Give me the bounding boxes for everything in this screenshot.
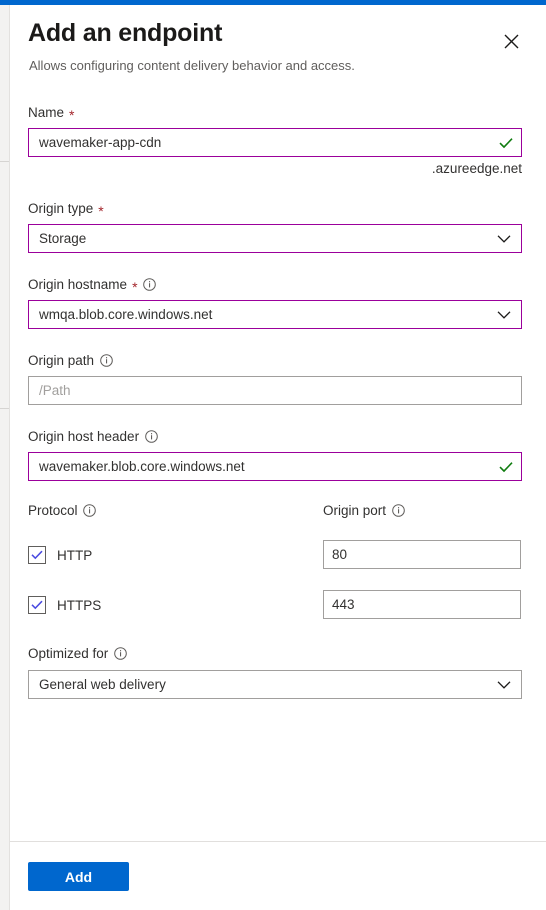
origin-host-header-label-text: Origin host header [28,429,139,444]
origin-hostname-field-group: Origin hostname * wmqa.blob.core.windows… [28,277,522,329]
page-subtitle: Allows configuring content delivery beha… [29,58,355,73]
protocol-http-row: HTTP [28,546,92,564]
optimized-for-label-text: Optimized for [28,646,108,661]
origin-type-label-text: Origin type [28,201,93,216]
required-asterisk: * [132,280,137,294]
info-icon[interactable] [83,504,97,518]
https-port-input[interactable] [323,590,521,619]
https-checkbox-label: HTTPS [57,598,101,613]
chevron-down-icon [497,310,511,319]
origin-port-label: Origin port [323,503,405,518]
info-icon[interactable] [144,430,158,444]
name-input[interactable] [28,128,522,157]
origin-path-input[interactable] [28,376,522,405]
http-checkbox-label: HTTP [57,548,92,563]
origin-port-label-text: Origin port [323,503,386,518]
origin-path-input-wrap [28,376,522,405]
origin-type-select[interactable]: Storage [28,224,522,253]
origin-hostname-value: wmqa.blob.core.windows.net [39,307,212,322]
https-checkbox[interactable] [28,596,46,614]
origin-host-header-field-group: Origin host header [28,429,522,481]
origin-path-label-text: Origin path [28,353,94,368]
optimized-for-select[interactable]: General web delivery [28,670,522,699]
protocol-https-row: HTTPS [28,596,101,614]
origin-host-header-label: Origin host header [28,429,522,444]
name-input-wrap [28,128,522,157]
origin-path-field-group: Origin path [28,353,522,405]
add-button[interactable]: Add [28,862,129,891]
origin-path-label: Origin path [28,353,522,368]
add-endpoint-panel: Add an endpoint Allows configuring conte… [10,5,546,910]
optimized-for-label: Optimized for [28,646,522,661]
name-label-text: Name [28,105,64,120]
protocol-label: Protocol [28,503,97,518]
blade-tick-lower [0,408,9,409]
optimized-for-field-group: Optimized for General web delivery [28,646,522,699]
page-title: Add an endpoint [28,19,222,48]
name-label: Name * [28,105,522,120]
info-icon[interactable] [391,504,405,518]
name-suffix: .azureedge.net [432,161,522,176]
origin-type-value: Storage [39,231,86,246]
required-asterisk: * [69,108,74,122]
info-icon[interactable] [143,278,157,292]
origin-hostname-select[interactable]: wmqa.blob.core.windows.net [28,300,522,329]
chevron-down-icon [497,680,511,689]
optimized-for-value: General web delivery [39,677,166,692]
origin-host-header-input-wrap [28,452,522,481]
add-endpoint-blade: Add an endpoint Allows configuring conte… [0,0,546,910]
footer-divider [10,841,546,842]
name-field-group: Name * [28,105,522,157]
http-checkbox[interactable] [28,546,46,564]
origin-type-field-group: Origin type * Storage [28,201,522,253]
origin-host-header-input[interactable] [28,452,522,481]
info-icon[interactable] [113,647,127,661]
http-port-input[interactable] [323,540,521,569]
origin-hostname-label-text: Origin hostname [28,277,127,292]
origin-type-label: Origin type * [28,201,522,216]
protocol-label-text: Protocol [28,503,78,518]
origin-hostname-label: Origin hostname * [28,277,522,292]
required-asterisk: * [98,204,103,218]
info-icon[interactable] [99,354,113,368]
blade-tick-upper [0,161,9,162]
chevron-down-icon [497,234,511,243]
close-icon[interactable] [498,28,524,54]
